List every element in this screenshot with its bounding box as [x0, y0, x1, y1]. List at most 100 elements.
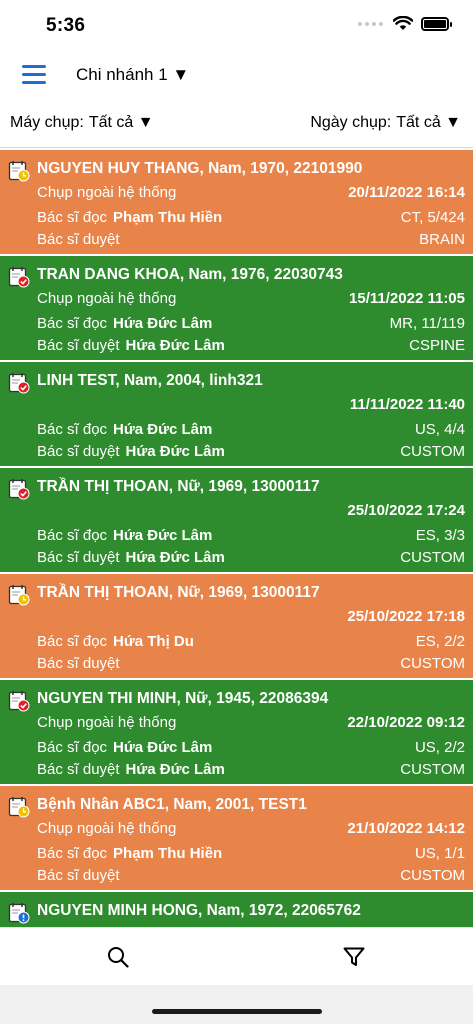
- study-source-row: Chụp ngoài hệ thống 20/11/2022 16:14: [37, 184, 465, 201]
- filter-funnel-icon[interactable]: [342, 945, 366, 969]
- study-card[interactable]: NGUYEN THI MINH, Nữ, 1945, 22086394 Chụp …: [0, 680, 473, 786]
- study-type: CUSTOM: [400, 867, 465, 884]
- approve-doctor-label: Bác sĩ duyệt: [37, 549, 120, 566]
- status-icons: [358, 16, 452, 31]
- home-indicator[interactable]: [152, 1009, 322, 1014]
- patient-info: NGUYEN HUY THANG, Nam, 1970, 22101990: [37, 160, 363, 177]
- study-card[interactable]: Bệnh Nhân ABC1, Nam, 2001, TEST1 Chụp ngo…: [0, 786, 473, 892]
- read-doctor-name: Hứa Đức Lâm: [113, 315, 213, 332]
- read-doctor-name: Hứa Đức Lâm: [113, 739, 213, 756]
- modality-count: ES, 2/2: [415, 633, 465, 650]
- approve-doctor-name: Hứa Đức Lâm: [125, 549, 225, 566]
- bottom-toolbar: [0, 927, 473, 985]
- search-icon[interactable]: [106, 945, 130, 969]
- read-doctor-name: Hứa Đức Lâm: [113, 527, 213, 544]
- patient-info: LINH TEST, Nam, 2004, linh321: [37, 372, 263, 389]
- study-datetime: 20/11/2022 16:14: [348, 184, 465, 201]
- patient-info: TRẦN THỊ THOAN, Nữ, 1969, 13000117: [37, 478, 320, 495]
- study-source: Chụp ngoài hệ thống: [37, 714, 177, 731]
- read-doctor-row: Bác sĩ đọc Phạm Thu Hiền US, 1/1: [37, 845, 465, 862]
- approve-doctor-label: Bác sĩ duyệt: [37, 761, 120, 778]
- read-doctor-row: Bác sĩ đọc Hứa Đức Lâm MR, 11/119: [37, 315, 465, 332]
- study-card[interactable]: TRAN DANG KHOA, Nam, 1976, 22030743 Chụp …: [0, 256, 473, 362]
- read-doctor-label: Bác sĩ đọc: [37, 209, 108, 226]
- study-datetime: 11/11/2022 11:40: [349, 396, 465, 413]
- study-datetime: 21/10/2022 14:12: [347, 820, 465, 837]
- study-source-row: Chụp ngoài hệ thống 22/10/2022 09:12: [37, 714, 465, 731]
- branch-selector[interactable]: Chi nhánh 1 ▼: [76, 65, 189, 85]
- approve-doctor-row: Bác sĩ duyệt Hứa Đức Lâm CUSTOM: [37, 761, 465, 778]
- study-card[interactable]: TRẦN THỊ THOAN, Nữ, 1969, 13000117 25/10/…: [0, 468, 473, 574]
- study-card[interactable]: TRẦN THỊ THOAN, Nữ, 1969, 13000117 25/10/…: [0, 574, 473, 680]
- patient-info: TRẦN THỊ THOAN, Nữ, 1969, 13000117: [37, 584, 320, 601]
- modality-count: MR, 11/119: [389, 315, 465, 332]
- read-doctor-name: Phạm Thu Hiền: [113, 845, 223, 862]
- study-card[interactable]: LINH TEST, Nam, 2004, linh321 11/11/2022 …: [0, 362, 473, 468]
- date-filter: Ngày chụp: Tất cả ▼: [310, 114, 461, 132]
- study-source-row: Chụp ngoài hệ thống 21/10/2022 14:12: [37, 820, 465, 837]
- read-doctor-row: Bác sĩ đọc Phạm Thu Hiền CT, 5/424: [37, 209, 465, 226]
- unread-alert-icon: [8, 902, 30, 924]
- study-datetime: 22/10/2022 09:12: [347, 714, 465, 731]
- study-source: Chụp ngoài hệ thống: [37, 820, 177, 837]
- approve-doctor-row: Bác sĩ duyệt Hứa Đức Lâm CSPINE: [37, 337, 465, 354]
- study-source: Chụp ngoài hệ thống: [37, 184, 177, 201]
- modality-count: US, 2/2: [414, 739, 465, 756]
- approved-check-icon: [8, 478, 30, 500]
- study-type: CUSTOM: [400, 655, 465, 672]
- filter-bar: Máy chụp: Tất cả ▼ Ngày chụp: Tất cả ▼: [0, 100, 473, 148]
- study-type: CUSTOM: [400, 443, 465, 460]
- read-doctor-row: Bác sĩ đọc Hứa Thị Du ES, 2/2: [37, 633, 465, 650]
- approved-check-icon: [8, 690, 30, 712]
- read-doctor-label: Bác sĩ đọc: [37, 315, 108, 332]
- study-type: CSPINE: [409, 337, 465, 354]
- study-datetime: 15/11/2022 11:05: [349, 290, 465, 307]
- pending-clock-icon: [8, 584, 30, 606]
- study-source: Chụp ngoài hệ thống: [37, 290, 177, 307]
- read-doctor-row: Bác sĩ đọc Hứa Đức Lâm US, 2/2: [37, 739, 465, 756]
- study-type: BRAIN: [419, 231, 465, 248]
- patient-info: TRAN DANG KHOA, Nam, 1976, 22030743: [37, 266, 343, 283]
- approved-check-icon: [8, 266, 30, 288]
- approve-doctor-label: Bác sĩ duyệt: [37, 231, 120, 248]
- patient-info: NGUYEN THI MINH, Nữ, 1945, 22086394: [37, 690, 329, 707]
- read-doctor-name: Phạm Thu Hiền: [113, 209, 223, 226]
- study-type: CUSTOM: [400, 761, 465, 778]
- modality-count: US, 4/4: [414, 421, 465, 438]
- study-card[interactable]: NGUYEN HUY THANG, Nam, 1970, 22101990 Chụ…: [0, 150, 473, 256]
- home-indicator-area: [0, 985, 473, 1024]
- modality-count: ES, 3/3: [415, 527, 465, 544]
- approve-doctor-row: Bác sĩ duyệt BRAIN: [37, 231, 465, 248]
- approve-doctor-label: Bác sĩ duyệt: [37, 655, 120, 672]
- study-datetime: 25/10/2022 17:24: [347, 502, 465, 519]
- read-doctor-label: Bác sĩ đọc: [37, 421, 108, 438]
- date-filter-label: Ngày chụp:: [310, 114, 392, 131]
- study-source-row: Chụp ngoài hệ thống 15/11/2022 11:05: [37, 290, 465, 307]
- patient-info: NGUYEN MINH HONG, Nam, 1972, 22065762: [37, 902, 361, 919]
- modality-count: CT, 5/424: [400, 209, 465, 226]
- approve-doctor-name: Hứa Đức Lâm: [125, 761, 225, 778]
- read-doctor-row: Bác sĩ đọc Hứa Đức Lâm US, 4/4: [37, 421, 465, 438]
- study-card[interactable]: NGUYEN MINH HONG, Nam, 1972, 22065762Bác…: [0, 892, 473, 927]
- modality-count: US, 1/1: [414, 845, 465, 862]
- approve-doctor-name: Hứa Đức Lâm: [125, 337, 225, 354]
- read-doctor-label: Bác sĩ đọc: [37, 527, 108, 544]
- pending-clock-icon: [8, 160, 30, 182]
- approve-doctor-row: Bác sĩ duyệt CUSTOM: [37, 655, 465, 672]
- status-time: 5:36: [46, 15, 86, 36]
- top-bar: Chi nhánh 1 ▼: [0, 50, 473, 100]
- read-doctor-label: Bác sĩ đọc: [37, 845, 108, 862]
- approve-doctor-row: Bác sĩ duyệt Hứa Đức Lâm CUSTOM: [37, 443, 465, 460]
- approve-doctor-name: Hứa Đức Lâm: [125, 443, 225, 460]
- date-filter-dropdown[interactable]: Tất cả ▼: [396, 114, 461, 131]
- patient-info: Bệnh Nhân ABC1, Nam, 2001, TEST1: [37, 796, 307, 813]
- approve-doctor-label: Bác sĩ duyệt: [37, 867, 120, 884]
- status-bar: 5:36: [0, 0, 473, 50]
- approve-doctor-label: Bác sĩ duyệt: [37, 443, 120, 460]
- approve-doctor-row: Bác sĩ duyệt CUSTOM: [37, 867, 465, 884]
- device-filter-dropdown[interactable]: Tất cả ▼: [89, 114, 154, 131]
- study-list[interactable]: NGUYEN HUY THANG, Nam, 1970, 22101990 Chụ…: [0, 150, 473, 927]
- device-filter: Máy chụp: Tất cả ▼: [10, 114, 154, 132]
- read-doctor-name: Hứa Đức Lâm: [113, 421, 213, 438]
- hamburger-menu-icon[interactable]: [22, 65, 46, 85]
